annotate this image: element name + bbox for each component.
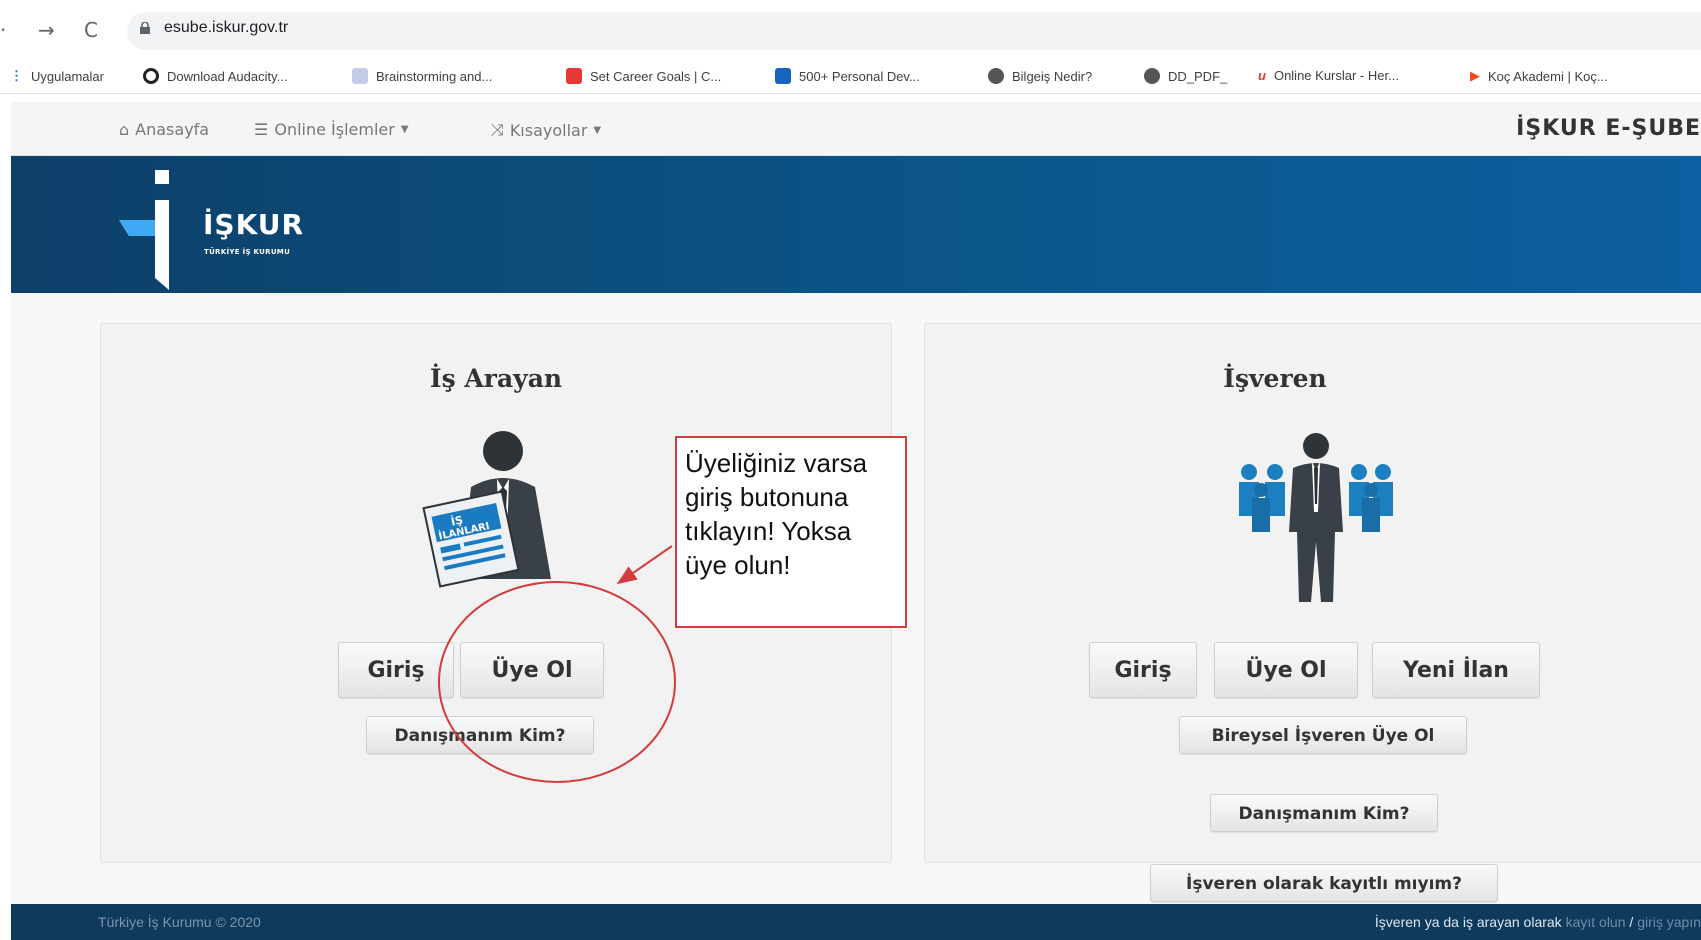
bookmark-label: Uygulamalar: [31, 68, 104, 84]
employer-title: İşveren: [1223, 364, 1327, 393]
footer-text: İşveren ya da iş arayan olarak: [1374, 914, 1566, 930]
logo-text: İŞKUR: [203, 208, 305, 241]
nav-online-label: Online İşlemler: [274, 120, 395, 139]
job-seeker-icon: İŞ İLANLARI: [422, 431, 551, 588]
annotation-line-3: tıklayın! Yoksa: [685, 516, 852, 546]
bookmark-brainstorming[interactable]: Brainstorming and...: [352, 68, 492, 84]
footer-auth-text: İşveren ya da iş arayan olarak kayıt olu…: [1375, 914, 1701, 930]
site-brand[interactable]: İŞKUR E-ŞUBE: [1516, 116, 1701, 141]
home-icon: ⌂: [119, 120, 130, 139]
employer-login-button[interactable]: Giriş: [1089, 642, 1197, 698]
play-icon: ▶: [1470, 68, 1480, 83]
back-icon[interactable]: ·: [0, 18, 6, 42]
employer-icon: [1239, 433, 1393, 602]
globe-icon: [988, 68, 1004, 84]
bookmark-audacity[interactable]: Download Audacity...: [143, 68, 287, 84]
caret-down-icon: ▼: [400, 124, 409, 135]
bookmark-label: Koç Akademi | Koç...: [1488, 68, 1608, 84]
list-icon: ☰: [254, 120, 269, 139]
bookmark-personal-dev[interactable]: 500+ Personal Dev...: [775, 68, 920, 84]
bookmark-online-kurslar[interactable]: u Online Kurslar - Her...: [1258, 68, 1399, 83]
new-listing-button[interactable]: Yeni İlan: [1372, 642, 1540, 698]
caret-down-icon: ▼: [593, 124, 602, 136]
bookmark-label: Brainstorming and...: [376, 68, 493, 84]
header-banner: İŞKUR TÜRKİYE İŞ KURUMU: [11, 156, 1701, 293]
nav-online-islemler[interactable]: ☰ Online İşlemler ▼: [254, 120, 409, 139]
site-navbar: ⌂ Anasayfa ☰ Online İşlemler ▼ ⤨ Kısayol…: [11, 102, 1701, 156]
iskur-logo-icon[interactable]: [119, 170, 189, 290]
nav-home[interactable]: ⌂ Anasayfa: [119, 120, 209, 139]
job-seeker-advisor-button[interactable]: Danışmanım Kim?: [366, 716, 594, 754]
globe-icon: [1144, 68, 1160, 84]
personal-dev-icon: [775, 68, 791, 84]
job-seeker-register-button[interactable]: Üye Ol: [460, 642, 604, 698]
job-seeker-title: İş Arayan: [429, 364, 563, 393]
bookmark-apps[interactable]: ⋮ Uygulamalar: [10, 68, 104, 84]
address-bar[interactable]: [127, 12, 1701, 50]
job-seeker-login-button[interactable]: Giriş: [338, 642, 454, 698]
shuffle-icon: ⤨: [491, 120, 504, 139]
individual-employer-register-button[interactable]: Bireysel İşveren Üye Ol: [1179, 716, 1467, 754]
bookmark-label: Download Audacity...: [167, 68, 288, 84]
url-text: esube.iskur.gov.tr: [164, 19, 289, 36]
forward-icon[interactable]: →: [38, 18, 55, 42]
nav-home-label: Anasayfa: [135, 120, 210, 139]
annotation-line-1: Üyeliğiniz varsa: [685, 448, 868, 478]
footer-separator: /: [1625, 914, 1638, 930]
footer-register-link[interactable]: kayıt olun: [1566, 914, 1626, 930]
employer-advisor-button[interactable]: Danışmanım Kim?: [1210, 794, 1438, 832]
employer-register-button[interactable]: Üye Ol: [1214, 642, 1358, 698]
footer: Türkiye İş Kurumu © 2020 İşveren ya da i…: [11, 904, 1701, 940]
audacity-icon: [143, 68, 159, 84]
bookmark-label: Online Kurslar - Her...: [1273, 68, 1399, 83]
bookmark-koc-akademi[interactable]: ▶ Koç Akademi | Koç...: [1470, 68, 1608, 84]
bookmark-label: DD_PDF_: [1168, 68, 1228, 84]
footer-login-link[interactable]: giriş yapın: [1637, 914, 1701, 930]
brainstorm-icon: [352, 68, 368, 84]
bookmarks-bar: ⋮ Uygulamalar Download Audacity... Brain…: [0, 58, 1701, 94]
career-icon: [566, 68, 582, 84]
bookmark-label: Bilgeiş Nedir?: [1012, 68, 1093, 84]
bookmark-dd-pdf[interactable]: DD_PDF_: [1144, 68, 1227, 84]
annotation-callout: Üyeliğiniz varsa giriş butonuna tıklayın…: [675, 436, 907, 628]
annotation-line-2: giriş butonuna: [685, 482, 849, 512]
browser-toolbar: · → C esube.iskur.gov.tr: [0, 0, 1701, 58]
footer-copyright: Türkiye İş Kurumu © 2020: [98, 914, 261, 930]
lock-icon: [140, 22, 150, 34]
udemy-icon: u: [1258, 68, 1266, 83]
employer-panel: İşveren Giriş Üye Ol Yeni İlan Bireysel …: [924, 323, 1701, 902]
apps-icon: ⋮: [10, 68, 23, 83]
bookmark-bilgeis[interactable]: Bilgeiş Nedir?: [988, 68, 1092, 84]
logo-subtitle: TÜRKİYE İŞ KURUMU: [204, 248, 291, 256]
annotation-line-4: üye olun!: [685, 550, 791, 580]
bookmark-label: 500+ Personal Dev...: [799, 68, 920, 84]
nav-kisayollar[interactable]: ⤨ Kısayollar ▼: [491, 120, 601, 140]
employer-registered-check-button[interactable]: İşveren olarak kayıtlı mıyım?: [1150, 864, 1498, 902]
reload-icon[interactable]: C: [84, 18, 98, 42]
bookmark-label: Set Career Goals | C...: [590, 68, 722, 84]
bookmark-career-goals[interactable]: Set Career Goals | C...: [566, 68, 721, 84]
nav-shortcuts-label: Kısayollar: [509, 120, 588, 140]
